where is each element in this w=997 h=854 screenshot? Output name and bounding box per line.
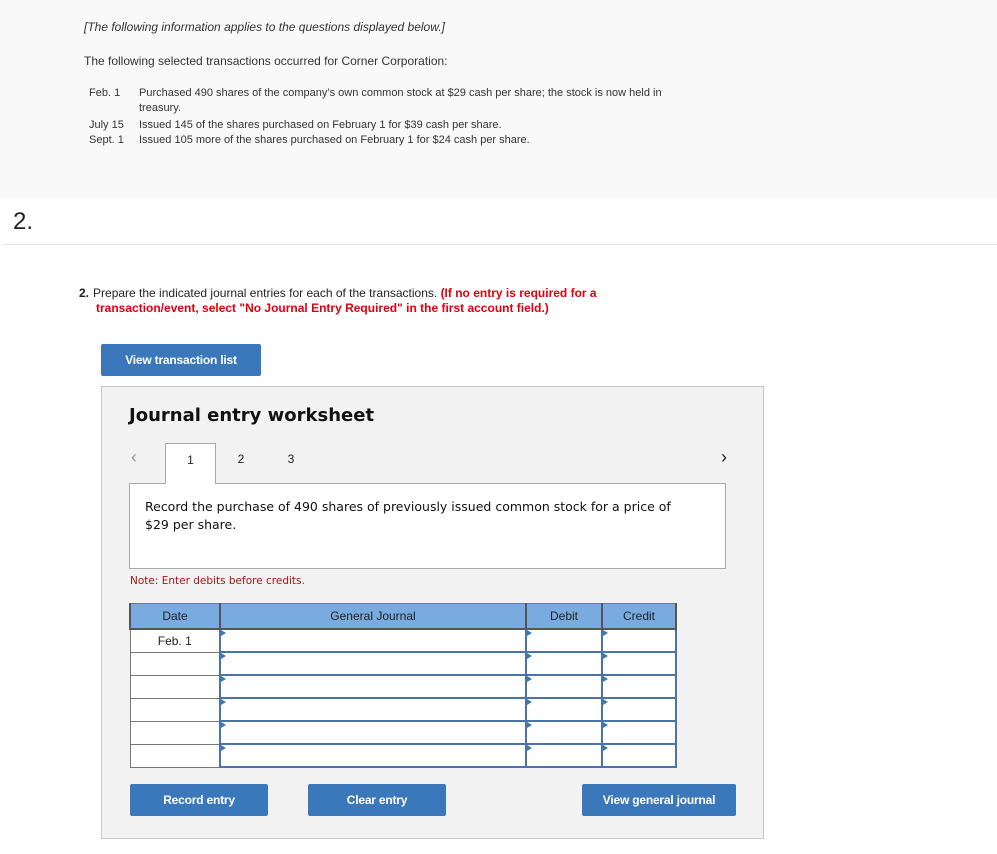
- dropdown-marker-icon: [527, 722, 532, 728]
- account-input[interactable]: [219, 720, 527, 745]
- info-intro: [The following information applies to th…: [84, 20, 445, 34]
- date-cell: [129, 697, 221, 722]
- dropdown-marker-icon: [527, 745, 532, 751]
- view-transaction-list-button[interactable]: View transaction list: [101, 344, 261, 376]
- tab-2[interactable]: 2: [216, 443, 266, 484]
- dropdown-marker-icon: [527, 630, 532, 636]
- dropdown-marker-icon: [221, 745, 226, 751]
- date-cell: Feb. 1: [129, 628, 221, 653]
- transaction-text: Issued 105 more of the shares purchased …: [139, 134, 530, 146]
- dropdown-marker-icon: [221, 653, 226, 659]
- table-row: [129, 743, 677, 768]
- credit-input[interactable]: [601, 628, 677, 653]
- table-header-row: Date General Journal Debit Credit: [129, 603, 677, 630]
- prompt-instruction-red: (If no entry is required for a: [440, 286, 597, 300]
- transaction-date: July 15: [89, 119, 124, 131]
- dropdown-marker-icon: [221, 722, 226, 728]
- worksheet-title: Journal entry worksheet: [129, 405, 375, 426]
- view-general-journal-button[interactable]: View general journal: [582, 784, 736, 816]
- clear-entry-button[interactable]: Clear entry: [308, 784, 446, 816]
- table-row: [129, 697, 677, 722]
- credit-input[interactable]: [601, 697, 677, 722]
- journal-table: Date General Journal Debit Credit Feb. 1: [129, 603, 677, 768]
- table-row: [129, 674, 677, 699]
- record-entry-button[interactable]: Record entry: [130, 784, 268, 816]
- debit-input[interactable]: [525, 697, 603, 722]
- question-number: 2.: [13, 208, 34, 235]
- dropdown-marker-icon: [603, 630, 608, 636]
- column-header-general-journal: General Journal: [219, 603, 527, 630]
- transaction-date: Feb. 1: [89, 87, 121, 99]
- credit-input[interactable]: [601, 743, 677, 768]
- chevron-left-icon[interactable]: ‹: [131, 447, 137, 468]
- transaction-text: Purchased 490 shares of the company’s ow…: [139, 87, 662, 114]
- table-row: [129, 651, 677, 676]
- prompt-instruction-red-2: transaction/event, select "No Journal En…: [96, 301, 549, 315]
- entry-description-box: Record the purchase of 490 shares of pre…: [129, 483, 726, 569]
- question-prompt: 2. Prepare the indicated journal entries …: [79, 286, 679, 316]
- dropdown-marker-icon: [527, 699, 532, 705]
- prompt-text: Prepare the indicated journal entries fo…: [93, 286, 438, 300]
- account-input[interactable]: [219, 628, 527, 653]
- date-cell: [129, 743, 221, 768]
- dropdown-marker-icon: [603, 745, 608, 751]
- date-cell: [129, 674, 221, 699]
- dropdown-marker-icon: [603, 676, 608, 682]
- debit-input[interactable]: [525, 651, 603, 676]
- prompt-number: 2.: [79, 286, 90, 300]
- date-cell: [129, 720, 221, 745]
- table-row: Feb. 1: [129, 628, 677, 653]
- entry-description: Record the purchase of 490 shares of pre…: [145, 499, 671, 532]
- dropdown-marker-icon: [603, 699, 608, 705]
- tab-1[interactable]: 1: [165, 443, 216, 484]
- dropdown-marker-icon: [221, 630, 226, 636]
- tab-3[interactable]: 3: [266, 443, 316, 484]
- account-input[interactable]: [219, 651, 527, 676]
- account-input[interactable]: [219, 697, 527, 722]
- column-header-date: Date: [129, 603, 221, 630]
- column-header-credit: Credit: [601, 603, 677, 630]
- dropdown-marker-icon: [221, 676, 226, 682]
- debit-input[interactable]: [525, 720, 603, 745]
- dropdown-marker-icon: [527, 676, 532, 682]
- info-panel: [The following information applies to th…: [0, 0, 997, 198]
- table-row: [129, 720, 677, 745]
- dropdown-marker-icon: [527, 653, 532, 659]
- debits-note: Note: Enter debits before credits.: [130, 575, 305, 587]
- info-lead: The following selected transactions occu…: [84, 54, 448, 68]
- column-header-debit: Debit: [525, 603, 603, 630]
- dropdown-marker-icon: [221, 699, 226, 705]
- date-cell: [129, 651, 221, 676]
- debit-input[interactable]: [525, 743, 603, 768]
- transaction-item: July 15 Issued 145 of the shares purchase…: [89, 118, 699, 133]
- dropdown-marker-icon: [603, 653, 608, 659]
- credit-input[interactable]: [601, 674, 677, 699]
- account-input[interactable]: [219, 743, 527, 768]
- transaction-date: Sept. 1: [89, 134, 124, 146]
- debit-input[interactable]: [525, 628, 603, 653]
- transaction-item: Sept. 1 Issued 105 more of the shares pur…: [89, 133, 699, 148]
- credit-input[interactable]: [601, 651, 677, 676]
- transaction-text: Issued 145 of the shares purchased on Fe…: [139, 119, 502, 131]
- chevron-right-icon[interactable]: ›: [721, 447, 727, 468]
- debit-input[interactable]: [525, 674, 603, 699]
- account-input[interactable]: [219, 674, 527, 699]
- dropdown-marker-icon: [603, 722, 608, 728]
- transaction-item: Feb. 1 Purchased 490 shares of the compan…: [89, 86, 699, 116]
- credit-input[interactable]: [601, 720, 677, 745]
- divider: [3, 244, 997, 245]
